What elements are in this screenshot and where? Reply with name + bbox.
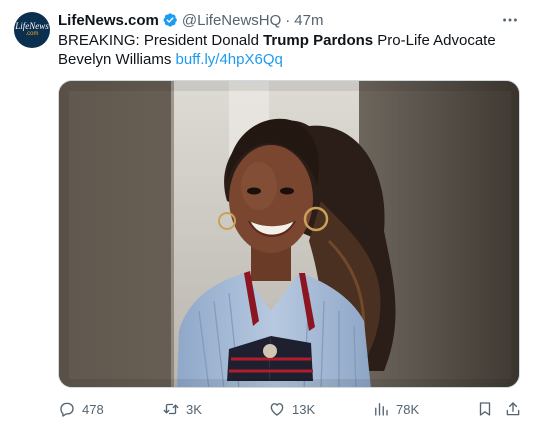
views-chart-icon bbox=[375, 403, 388, 416]
share-button[interactable] bbox=[504, 398, 522, 420]
tweet[interactable]: LifeNews .com LifeNews.com @LifeNewsHQ ·… bbox=[0, 0, 534, 428]
avatar-logo-suffix: .com bbox=[25, 31, 39, 37]
reply-icon bbox=[60, 402, 74, 417]
retweet-count: 3K bbox=[186, 401, 202, 417]
tweet-photo[interactable] bbox=[58, 80, 520, 388]
heart-icon bbox=[270, 403, 284, 416]
avatar-logo-text: LifeNews bbox=[15, 21, 49, 31]
reply-button[interactable]: 478 bbox=[58, 398, 104, 420]
tweet-link[interactable]: buff.ly/4hpX6Qq bbox=[176, 51, 283, 68]
action-bar: 478 3K 13K 78K bbox=[58, 398, 524, 420]
author-name[interactable]: LifeNews.com bbox=[58, 12, 159, 29]
more-options-icon[interactable] bbox=[500, 10, 520, 30]
retweet-button[interactable]: 3K bbox=[162, 398, 202, 420]
tweet-text: BREAKING: President Donald Trump Pardons… bbox=[58, 31, 520, 69]
verified-badge-icon[interactable] bbox=[162, 12, 178, 28]
tweet-timestamp[interactable]: 47m bbox=[294, 12, 323, 29]
like-count: 13K bbox=[292, 401, 316, 417]
tweet-header: LifeNews.com @LifeNewsHQ · 47m bbox=[58, 10, 323, 30]
bookmark-icon bbox=[479, 402, 491, 416]
author-handle[interactable]: @LifeNewsHQ bbox=[182, 12, 281, 29]
views-button[interactable]: 78K bbox=[372, 398, 419, 420]
avatar[interactable]: LifeNews .com bbox=[14, 12, 50, 48]
views-count: 78K bbox=[396, 401, 420, 417]
retweet-icon bbox=[163, 403, 179, 415]
like-button[interactable]: 13K bbox=[268, 398, 315, 420]
separator-dot: · bbox=[285, 11, 291, 29]
portrait-photo bbox=[59, 81, 519, 387]
reply-count: 478 bbox=[82, 401, 104, 417]
tweet-text-bold: Trump Pardons bbox=[263, 32, 374, 49]
tweet-text-part1: BREAKING: President Donald bbox=[58, 32, 264, 49]
share-icon bbox=[506, 402, 520, 416]
bookmark-button[interactable] bbox=[476, 398, 494, 420]
